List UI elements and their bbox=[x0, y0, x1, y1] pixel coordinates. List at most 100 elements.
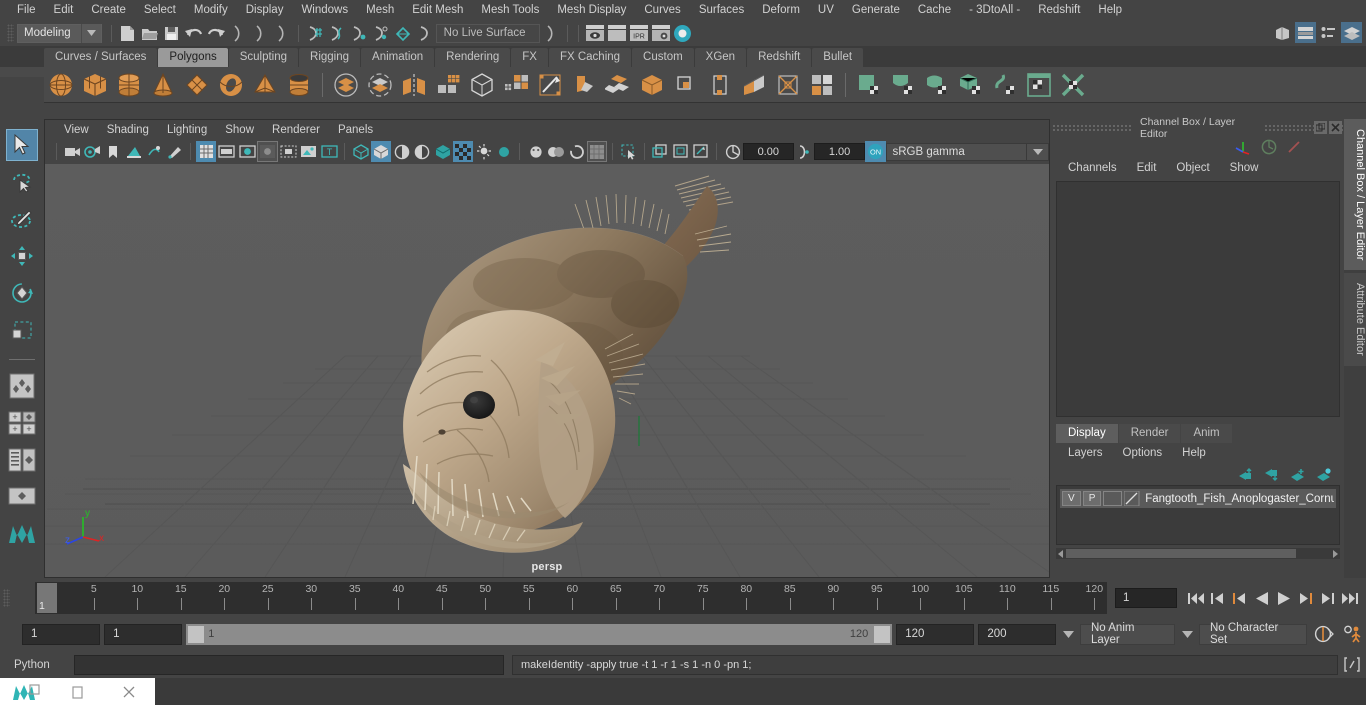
layer-row[interactable]: V P Fangtooth_Fish_Anoplogaster_Cornu bbox=[1060, 489, 1336, 508]
playback-end-time-field[interactable]: 120 bbox=[896, 623, 975, 645]
select-by-hierarchy-icon[interactable] bbox=[227, 22, 249, 44]
current-frame-field[interactable]: 1 bbox=[1115, 588, 1177, 608]
paint-select-tool[interactable] bbox=[6, 203, 38, 235]
vtab-attribute-editor[interactable]: Attribute Editor bbox=[1344, 273, 1366, 367]
shelf-tab-redshift[interactable]: Redshift bbox=[747, 48, 812, 67]
grease-pencil-icon[interactable] bbox=[650, 141, 671, 162]
step-forward-keyframe-icon[interactable] bbox=[1318, 589, 1337, 608]
viewport-menu-lighting[interactable]: Lighting bbox=[158, 123, 216, 137]
move-layer-down-icon[interactable] bbox=[1264, 468, 1280, 481]
menu-item-curves[interactable]: Curves bbox=[635, 2, 689, 18]
render-settings-icon[interactable] bbox=[650, 22, 672, 44]
axis-orientation-icon[interactable] bbox=[1234, 139, 1252, 155]
combine-icon[interactable] bbox=[329, 69, 363, 101]
extrude-icon[interactable] bbox=[601, 69, 635, 101]
close-icon[interactable] bbox=[1329, 121, 1342, 134]
scroll-left-icon[interactable] bbox=[1056, 548, 1066, 559]
tool-settings-icon[interactable] bbox=[1318, 22, 1339, 43]
paint-effects-icon[interactable] bbox=[164, 141, 185, 162]
multi-cut-icon[interactable] bbox=[533, 69, 567, 101]
four-view-layout[interactable]: + + + bbox=[6, 407, 38, 439]
step-back-frame-icon[interactable] bbox=[1230, 589, 1249, 608]
shelf-tab-rigging[interactable]: Rigging bbox=[299, 48, 361, 67]
playback-start-time-field[interactable]: 1 bbox=[104, 623, 183, 645]
menu-item-mesh-display[interactable]: Mesh Display bbox=[548, 2, 635, 18]
close-icon[interactable] bbox=[103, 678, 155, 705]
move-tool[interactable] bbox=[6, 240, 38, 272]
poly-pipe-icon[interactable] bbox=[282, 69, 316, 101]
attribute-editor-icon[interactable] bbox=[1295, 22, 1316, 43]
bevel-icon[interactable] bbox=[635, 69, 669, 101]
shelf-tab-custom[interactable]: Custom bbox=[632, 48, 694, 67]
auto-key-icon[interactable] bbox=[1311, 624, 1336, 645]
command-input[interactable] bbox=[74, 655, 504, 675]
separate-icon[interactable] bbox=[363, 69, 397, 101]
menu-set-selector[interactable]: Modeling bbox=[17, 23, 102, 43]
shelf-tab-fx-caching[interactable]: FX Caching bbox=[548, 48, 632, 67]
reduce-icon[interactable] bbox=[499, 69, 533, 101]
lighting-default-icon[interactable] bbox=[473, 141, 494, 162]
film-gate-icon[interactable] bbox=[216, 141, 237, 162]
connect-components-icon[interactable] bbox=[805, 69, 839, 101]
color-management-icon[interactable]: ON bbox=[865, 141, 886, 162]
scale-tool[interactable] bbox=[6, 314, 38, 346]
make-live-icon[interactable] bbox=[414, 22, 436, 44]
two-sided-lighting-icon[interactable] bbox=[144, 141, 165, 162]
append-polygon-icon[interactable] bbox=[703, 69, 737, 101]
wireframe-on-shaded-icon[interactable] bbox=[412, 141, 433, 162]
panel-drag-handle[interactable] bbox=[1052, 123, 1132, 132]
time-slider-grip[interactable] bbox=[3, 589, 10, 607]
safe-title-icon[interactable]: T bbox=[319, 141, 340, 162]
poly-torus-icon[interactable] bbox=[214, 69, 248, 101]
rotate-tool[interactable] bbox=[6, 277, 38, 309]
uv-editor-icon[interactable] bbox=[1022, 69, 1056, 101]
step-back-keyframe-icon[interactable] bbox=[1208, 589, 1227, 608]
live-surface-field[interactable]: No Live Surface bbox=[435, 23, 540, 43]
x-ray-icon[interactable] bbox=[432, 141, 453, 162]
3d-viewport[interactable]: y z x persp bbox=[45, 164, 1049, 577]
wedge-face-icon[interactable] bbox=[737, 69, 771, 101]
layer-tab-render[interactable]: Render bbox=[1118, 424, 1181, 443]
ipr-render-icon[interactable]: IPR bbox=[628, 22, 650, 44]
shelf-tab-sculpting[interactable]: Sculpting bbox=[228, 48, 299, 67]
channel-box-menu-object[interactable]: Object bbox=[1166, 162, 1219, 174]
layer-tab-anim[interactable]: Anim bbox=[1181, 424, 1232, 443]
boolean-icon[interactable] bbox=[465, 69, 499, 101]
color-profile-chevron-down-icon[interactable] bbox=[1027, 142, 1049, 161]
rotate-cycle-icon[interactable] bbox=[1261, 139, 1277, 155]
color-profile-field[interactable]: sRGB gamma bbox=[885, 142, 1028, 161]
scroll-right-icon[interactable] bbox=[1330, 548, 1340, 559]
range-slider-bar[interactable]: 1 120 bbox=[186, 623, 893, 645]
poly-pyramid-icon[interactable] bbox=[248, 69, 282, 101]
show-hide-modeling-toolkit-icon[interactable] bbox=[1272, 22, 1293, 43]
poke-face-icon[interactable] bbox=[771, 69, 805, 101]
channel-box-menu-edit[interactable]: Edit bbox=[1127, 162, 1167, 174]
snap-to-grid-icon[interactable] bbox=[304, 22, 326, 44]
animation-end-time-field[interactable]: 200 bbox=[978, 623, 1057, 645]
menu-item-edit[interactable]: Edit bbox=[45, 2, 83, 18]
animation-start-time-field[interactable]: 1 bbox=[22, 623, 101, 645]
shadows-icon[interactable] bbox=[525, 141, 546, 162]
sculpt-geometry-icon[interactable] bbox=[852, 69, 886, 101]
viewport-menu-panels[interactable]: Panels bbox=[329, 123, 382, 137]
gamma-value[interactable]: 1.00 bbox=[814, 143, 865, 160]
layer-name[interactable]: Fangtooth_Fish_Anoplogaster_Cornu bbox=[1142, 493, 1334, 505]
snap-to-view-plane-icon[interactable] bbox=[392, 22, 414, 44]
gate-mask-icon[interactable] bbox=[257, 141, 278, 162]
select-camera-icon[interactable] bbox=[62, 141, 83, 162]
lighting-all-icon[interactable] bbox=[494, 141, 515, 162]
character-set-chevron-down-icon[interactable] bbox=[1179, 624, 1195, 645]
open-scene-icon[interactable] bbox=[139, 22, 161, 44]
layer-color-swatch[interactable] bbox=[1103, 491, 1123, 506]
vtab-channel-box-layer-editor[interactable]: Channel Box / Layer Editor bbox=[1344, 119, 1366, 271]
command-language-label[interactable]: Python bbox=[14, 659, 66, 671]
current-time-indicator[interactable]: 1 bbox=[37, 583, 57, 613]
grid-toggle-icon[interactable] bbox=[195, 141, 217, 162]
menu-item-display[interactable]: Display bbox=[237, 2, 293, 18]
new-layer-icon[interactable] bbox=[1290, 468, 1306, 481]
shelf-tab-xgen[interactable]: XGen bbox=[694, 48, 747, 67]
field-chart-icon[interactable] bbox=[278, 141, 299, 162]
step-forward-frame-icon[interactable] bbox=[1296, 589, 1315, 608]
target-weld-icon[interactable] bbox=[567, 69, 601, 101]
motion-blur-icon[interactable] bbox=[566, 141, 587, 162]
